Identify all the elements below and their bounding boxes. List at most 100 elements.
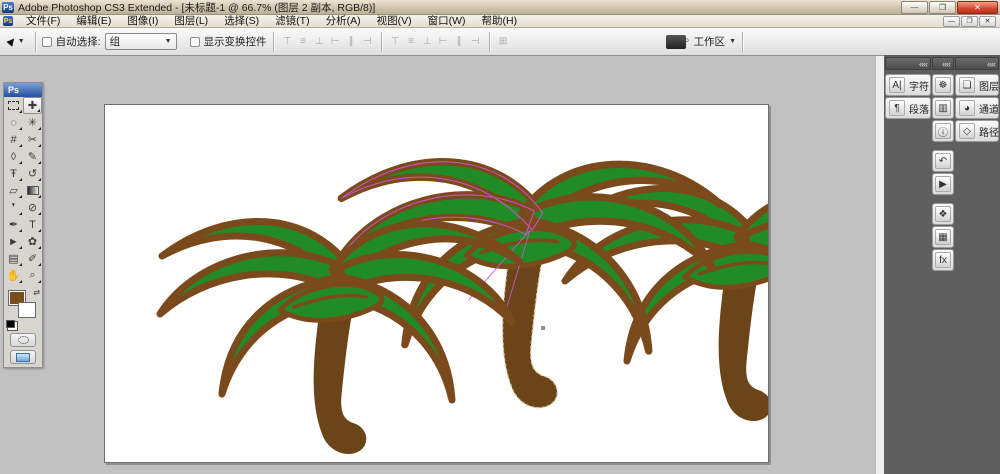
menu-image[interactable]: 图像(I) xyxy=(119,15,166,28)
window-minimize-button[interactable]: — xyxy=(901,1,928,14)
menu-file[interactable]: 文件(F) xyxy=(18,15,68,28)
info-palette-button[interactable]: ⓘ xyxy=(932,120,954,142)
swap-colors-icon[interactable]: ⇄ xyxy=(33,288,40,297)
menu-layer[interactable]: 图层(L) xyxy=(166,15,216,28)
lasso-tool[interactable]: ◌ xyxy=(4,114,23,131)
menu-window[interactable]: 窗口(W) xyxy=(420,15,474,28)
screen-mode-button[interactable] xyxy=(10,350,36,364)
palette-dock: «« «« «« A| 字符 ¶ 段落 ☸ ▥ ⓘ ↶ ▶ ❖ xyxy=(884,55,1000,474)
menu-view[interactable]: 视图(V) xyxy=(369,15,420,28)
channels-palette-button[interactable]: ◕ 通道 xyxy=(955,97,999,119)
styles-palette-button[interactable]: fx xyxy=(932,249,954,271)
separator xyxy=(35,32,36,52)
auto-select-value: 组 xyxy=(110,34,121,49)
navigator-palette-button[interactable]: ☸ xyxy=(932,74,954,96)
go-to-bridge-icon[interactable] xyxy=(666,35,686,49)
align-horizontal-centers-button[interactable]: ∥ xyxy=(344,34,359,50)
workspace-label: 工作区 xyxy=(694,34,726,49)
healing-brush-tool[interactable]: ◊ xyxy=(4,148,23,165)
spacer xyxy=(183,32,184,52)
pen-tool[interactable]: ✒ xyxy=(4,216,23,233)
menu-select[interactable]: 选择(S) xyxy=(216,15,267,28)
paths-palette-button[interactable]: ◇ 路径 xyxy=(955,120,999,142)
document-restore-button[interactable]: ❐ xyxy=(961,16,978,27)
document-minimize-button[interactable]: — xyxy=(943,16,960,27)
swatches-palette-button[interactable]: ▦ xyxy=(932,226,954,248)
zoom-tool[interactable]: ⌕ xyxy=(23,267,42,284)
menu-help[interactable]: 帮助(H) xyxy=(474,15,526,28)
dodge-tool[interactable]: ⊘ xyxy=(23,199,42,216)
text-palettes-column: A| 字符 ¶ 段落 xyxy=(885,74,931,119)
workspace-button[interactable]: 工作区 ▼ xyxy=(694,34,736,49)
custom-shape-tool[interactable]: ✿ xyxy=(23,233,42,250)
distribute-top-edges-button[interactable]: ⊤ xyxy=(388,34,403,50)
eyedropper-tool[interactable]: ✐ xyxy=(23,250,42,267)
eraser-tool[interactable]: ▱ xyxy=(4,182,23,199)
menu-edit[interactable]: 编辑(E) xyxy=(68,15,119,28)
document-close-button[interactable]: ✕ xyxy=(979,16,996,27)
align-bottom-edges-button[interactable]: ⊥ xyxy=(312,34,327,50)
window-close-button[interactable]: ✕ xyxy=(957,1,998,14)
clone-stamp-tool[interactable]: Ŧ xyxy=(4,165,23,182)
magic-wand-tool[interactable]: ✳ xyxy=(23,114,42,131)
layer-palettes-column: ❏ 图层 ◕ 通道 ◇ 路径 xyxy=(955,74,999,142)
toolbox-header[interactable]: Ps xyxy=(4,83,42,97)
crop-tool[interactable]: # xyxy=(4,131,23,148)
align-right-edges-button[interactable]: ⊣ xyxy=(360,34,375,50)
blur-tool[interactable]: ❜ xyxy=(4,199,23,216)
separator xyxy=(742,32,743,52)
window-restore-button[interactable]: ❐ xyxy=(929,1,956,14)
auto-align-layers-button[interactable]: ⊞ xyxy=(496,34,511,50)
character-palette-button[interactable]: A| 字符 xyxy=(885,74,931,96)
gradient-tool[interactable] xyxy=(23,182,42,199)
collapse-dock-button[interactable]: «« xyxy=(932,57,954,70)
history-brush-tool[interactable]: ↺ xyxy=(23,165,42,182)
show-transform-controls-checkbox[interactable] xyxy=(190,37,200,47)
distribute-horizontal-centers-button[interactable]: ∥ xyxy=(452,34,467,50)
dock-edge[interactable] xyxy=(875,56,884,474)
auto-select-label: 自动选择: xyxy=(56,34,101,49)
layers-palette-button[interactable]: ❏ 图层 xyxy=(955,74,999,96)
document-canvas[interactable] xyxy=(104,104,769,463)
slice-tool[interactable]: ✂ xyxy=(23,131,42,148)
icon-palettes-column: ☸ ▥ ⓘ ↶ ▶ ❖ ▦ fx xyxy=(932,74,954,271)
reference-point-marker xyxy=(541,326,545,330)
quick-mask-icon xyxy=(18,336,29,344)
collapse-dock-button[interactable]: «« xyxy=(955,57,999,70)
color-swatches: ⇄ xyxy=(4,288,42,330)
menu-filter[interactable]: 滤镜(T) xyxy=(267,15,317,28)
menu-analysis[interactable]: 分析(A) xyxy=(318,15,369,28)
default-colors-icon[interactable] xyxy=(6,320,15,328)
distribute-left-edges-button[interactable]: ⊢ xyxy=(436,34,451,50)
toolbox: Ps ✚◌✳#✂◊✎Ŧ↺▱❜⊘✒T►✿▤✐✋⌕ ⇄ xyxy=(3,82,43,368)
align-left-edges-button[interactable]: ⊢ xyxy=(328,34,343,50)
quick-mask-mode-button[interactable] xyxy=(10,333,36,347)
color-palette-button[interactable]: ❖ xyxy=(932,203,954,225)
distribute-right-edges-button[interactable]: ⊣ xyxy=(468,34,483,50)
notes-tool[interactable]: ▤ xyxy=(4,250,23,267)
path-selection-tool[interactable]: ► xyxy=(4,233,23,250)
histogram-palette-button[interactable]: ▥ xyxy=(932,97,954,119)
hand-tool[interactable]: ✋ xyxy=(4,267,23,284)
document-icon: Ps xyxy=(3,16,13,26)
paragraph-palette-button[interactable]: ¶ 段落 xyxy=(885,97,931,119)
brush-tool[interactable]: ✎ xyxy=(23,148,42,165)
rectangular-marquee-tool[interactable] xyxy=(4,97,23,114)
distribute-vertical-centers-button[interactable]: ≡ xyxy=(404,34,419,50)
tools-grid: ✚◌✳#✂◊✎Ŧ↺▱❜⊘✒T►✿▤✐✋⌕ xyxy=(4,97,42,284)
history-palette-button[interactable]: ↶ xyxy=(932,150,954,172)
move-tool-icon: ▶ xyxy=(5,35,18,48)
auto-select-checkbox[interactable] xyxy=(42,37,52,47)
separator xyxy=(489,32,490,52)
background-color-swatch[interactable] xyxy=(18,302,36,318)
actions-palette-button[interactable]: ▶ xyxy=(932,173,954,195)
move-tool[interactable]: ✚ xyxy=(23,97,42,114)
align-vertical-centers-button[interactable]: ≡ xyxy=(296,34,311,50)
chevron-down-icon: ▼ xyxy=(729,38,736,45)
tool-preset-picker[interactable]: ▶ ▼ xyxy=(0,36,29,47)
auto-select-dropdown[interactable]: 组 ▼ xyxy=(105,33,177,50)
type-tool[interactable]: T xyxy=(23,216,42,233)
distribute-bottom-edges-button[interactable]: ⊥ xyxy=(420,34,435,50)
align-top-edges-button[interactable]: ⊤ xyxy=(280,34,295,50)
collapse-dock-button[interactable]: «« xyxy=(885,57,931,70)
